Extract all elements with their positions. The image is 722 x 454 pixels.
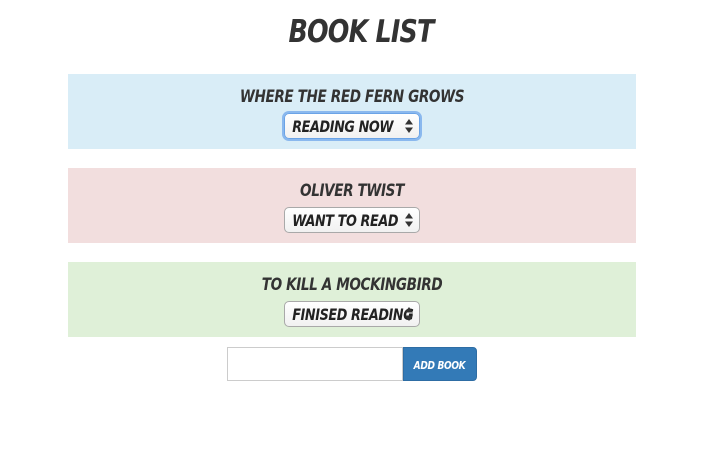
select-value: Want to Read [292, 211, 399, 230]
select-value: Reading Now [292, 117, 394, 136]
book-card-to-kill-a-mockingbird: To Kill a Mockingbird Finised Reading [68, 262, 636, 337]
book-card-where-the-red-fern-grows: Where the Red Fern Grows Reading Now [68, 74, 636, 149]
up-down-arrows-icon [405, 307, 413, 321]
book-list-page: Book List Where the Red Fern Grows Readi… [0, 0, 722, 454]
book-card-oliver-twist: Oliver Twist Want to Read [68, 168, 636, 243]
book-title: Where the Red Fern Grows [239, 87, 465, 107]
book-status-select[interactable]: Reading Now [284, 113, 420, 139]
up-down-arrows-icon [405, 119, 413, 133]
up-down-arrows-icon [405, 213, 413, 227]
select-value: Finised Reading [292, 305, 414, 324]
book-title: To Kill a Mockingbird [261, 275, 443, 295]
add-book-button[interactable]: Add Book [403, 347, 477, 381]
page-title: Book List [288, 14, 434, 50]
book-status-select[interactable]: Finised Reading [284, 301, 420, 327]
book-title: Oliver Twist [300, 181, 404, 201]
add-book-button-label: Add Book [414, 358, 466, 372]
book-status-select[interactable]: Want to Read [284, 207, 420, 233]
new-book-input[interactable] [227, 347, 403, 381]
